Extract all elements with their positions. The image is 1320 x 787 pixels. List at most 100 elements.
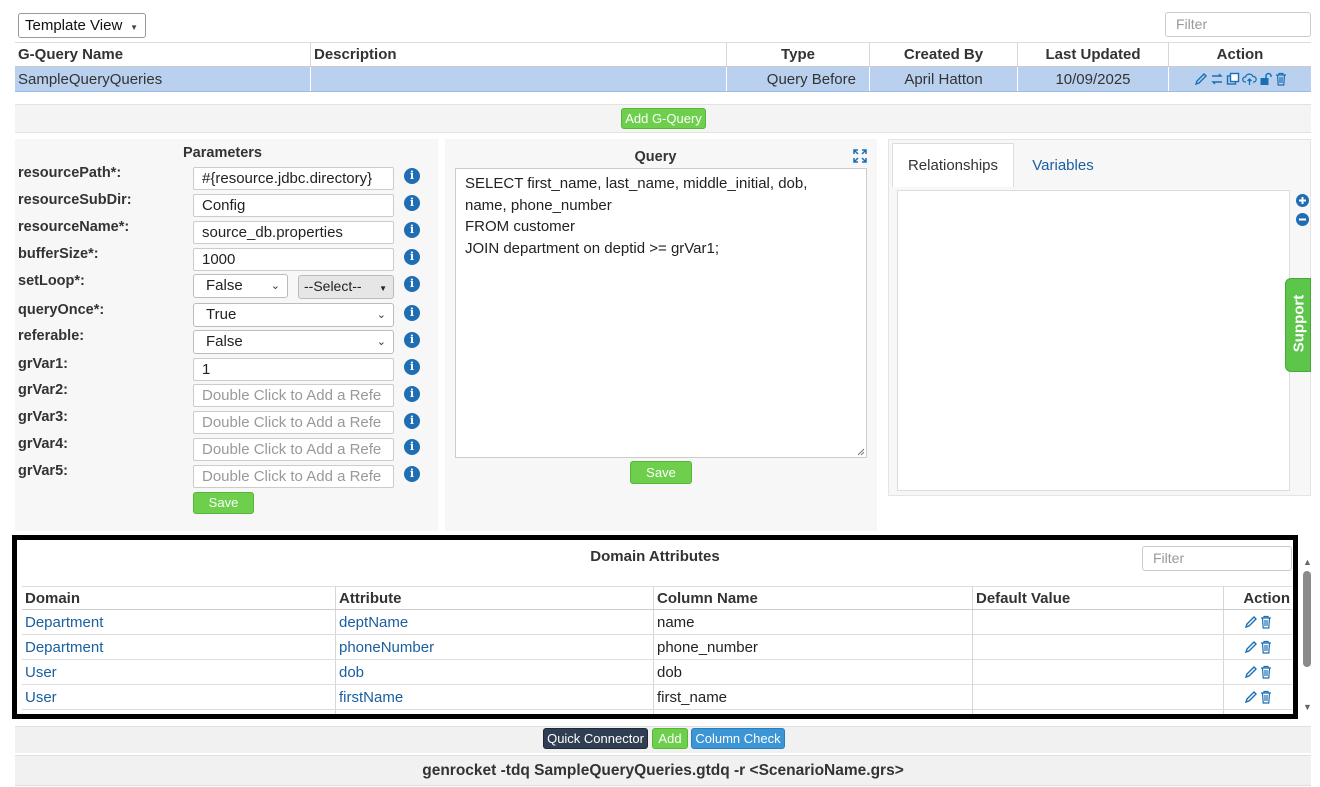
chevron-down-icon: ⌄ [270, 280, 280, 292]
domain-attributes-panel: Domain Attributes Filter Domain Attribut… [12, 535, 1298, 719]
edit-icon[interactable] [1244, 615, 1258, 629]
table-row[interactable]: Department deptName name [22, 610, 1292, 635]
resourcename-input[interactable]: source_db.properties [193, 221, 394, 244]
edit-icon[interactable] [1244, 640, 1258, 654]
query-save-button[interactable]: Save [630, 461, 692, 484]
referable-select[interactable]: False ⌄ [193, 330, 394, 354]
grvar5-input[interactable]: Double Click to Add a Refe [193, 465, 394, 488]
tab-relationships[interactable]: Relationships [892, 143, 1014, 187]
chevron-down-icon: ⌄ [376, 336, 386, 348]
edit-icon[interactable] [1244, 690, 1258, 704]
column-check-button[interactable]: Column Check [691, 728, 785, 749]
info-icon[interactable]: i [404, 305, 420, 321]
gquery-row-selected[interactable]: SampleQueryQueries Query Before April Ha… [15, 67, 1311, 92]
swap-icon[interactable] [1210, 72, 1224, 86]
command-line: genrocket -tdq SampleQueryQueries.gtdq -… [15, 755, 1311, 786]
grvar2-input[interactable]: Double Click to Add a Refe [193, 384, 394, 407]
copy-icon[interactable] [1226, 72, 1240, 86]
attribute-cell[interactable]: deptName [336, 610, 654, 634]
add-button[interactable]: Add [652, 728, 688, 749]
col-description[interactable]: Description [311, 43, 727, 66]
queryonce-select[interactable]: True ⌄ [193, 303, 394, 327]
unlock-icon[interactable] [1259, 72, 1273, 86]
param-label-grvar2: grVar2: [18, 382, 68, 398]
gquery-filter-input[interactable]: Filter [1165, 12, 1311, 37]
setloop-select[interactable]: False ⌄ [193, 274, 288, 298]
col-domain[interactable]: Domain [22, 587, 336, 609]
param-label-setloop: setLoop*: [18, 273, 85, 289]
default-value-cell [973, 635, 1224, 659]
col-created-by[interactable]: Created By [870, 43, 1018, 66]
upload-icon[interactable] [1241, 72, 1257, 86]
col-column-name[interactable]: Column Name [654, 587, 973, 609]
info-icon[interactable]: i [404, 168, 420, 184]
domain-attributes-filter-input[interactable]: Filter [1142, 546, 1292, 571]
template-view-select[interactable]: Template View ▼ [18, 13, 146, 38]
col-action: Action [1243, 589, 1290, 607]
query-textarea[interactable]: SELECT first_name, last_name, middle_ini… [455, 168, 867, 458]
resourcesubdir-input[interactable]: Config [193, 194, 394, 217]
grvar3-input[interactable]: Double Click to Add a Refe [193, 411, 394, 434]
setloop-reference-select[interactable]: --Select-- ▼ [298, 275, 394, 299]
grvar4-input[interactable]: Double Click to Add a Refe [193, 438, 394, 461]
info-icon[interactable]: i [404, 276, 420, 292]
table-row[interactable]: User firstName first_name [22, 685, 1292, 710]
domain-cell[interactable]: Department [22, 635, 336, 659]
quick-connector-button[interactable]: Quick Connector [543, 728, 648, 749]
resourcepath-input[interactable]: #{resource.jdbc.directory} [193, 167, 394, 190]
attribute-cell[interactable]: firstName [336, 685, 654, 709]
grvar1-input[interactable]: 1 [193, 358, 394, 381]
buffersize-input[interactable]: 1000 [193, 248, 394, 271]
domain-cell[interactable]: Department [22, 610, 336, 634]
col-type[interactable]: Type [727, 43, 870, 66]
gquery-created-by-cell: April Hatton [870, 67, 1018, 91]
info-icon[interactable]: i [404, 386, 420, 402]
attribute-cell[interactable]: dob [336, 660, 654, 684]
info-icon[interactable]: i [404, 439, 420, 455]
domain-cell[interactable]: User [22, 685, 336, 709]
info-icon[interactable]: i [404, 413, 420, 429]
gquery-action-cell [1169, 67, 1311, 91]
col-last-updated[interactable]: Last Updated [1018, 43, 1169, 66]
support-tab[interactable]: Support [1285, 278, 1311, 372]
empty-cell [973, 710, 1224, 714]
info-icon[interactable]: i [404, 466, 420, 482]
param-label-grvar3: grVar3: [18, 409, 68, 425]
attribute-cell[interactable]: phoneNumber [336, 635, 654, 659]
delete-icon[interactable] [1260, 640, 1272, 654]
info-icon[interactable]: i [404, 332, 420, 348]
add-relationship-icon[interactable] [1296, 194, 1309, 210]
add-gquery-button[interactable]: Add G-Query [621, 108, 706, 129]
col-default-value[interactable]: Default Value [973, 587, 1224, 609]
info-icon[interactable]: i [404, 359, 420, 375]
empty-cell [336, 710, 654, 714]
chevron-down-icon: ⌄ [376, 309, 386, 321]
delete-icon[interactable] [1260, 690, 1272, 704]
delete-icon[interactable] [1260, 665, 1272, 679]
default-value-cell [973, 685, 1224, 709]
column-name-cell: dob [654, 660, 973, 684]
col-gquery-name[interactable]: G-Query Name [15, 43, 311, 66]
delete-icon[interactable] [1275, 72, 1287, 86]
table-row[interactable]: User dob dob [22, 660, 1292, 685]
query-line: FROM customer [465, 218, 576, 235]
parameters-save-button[interactable]: Save [193, 492, 254, 514]
table-row[interactable]: Department phoneNumber phone_number [22, 635, 1292, 660]
scrollbar-thumb[interactable] [1303, 571, 1311, 667]
scroll-up-icon[interactable]: ▲ [1303, 557, 1312, 567]
edit-icon[interactable] [1194, 72, 1208, 86]
scroll-down-icon[interactable]: ▼ [1303, 702, 1312, 712]
edit-icon[interactable] [1244, 665, 1258, 679]
support-label: Support [1290, 294, 1308, 353]
relationships-list[interactable] [897, 190, 1290, 491]
info-icon[interactable]: i [404, 195, 420, 211]
tab-variables[interactable]: Variables [1016, 143, 1110, 187]
delete-icon[interactable] [1260, 615, 1272, 629]
col-attribute[interactable]: Attribute [336, 587, 654, 609]
domain-cell[interactable]: User [22, 660, 336, 684]
expand-icon[interactable] [853, 149, 867, 166]
info-icon[interactable]: i [404, 222, 420, 238]
info-icon[interactable]: i [404, 249, 420, 265]
remove-relationship-icon[interactable] [1296, 213, 1309, 229]
resize-handle-icon[interactable] [856, 447, 865, 456]
